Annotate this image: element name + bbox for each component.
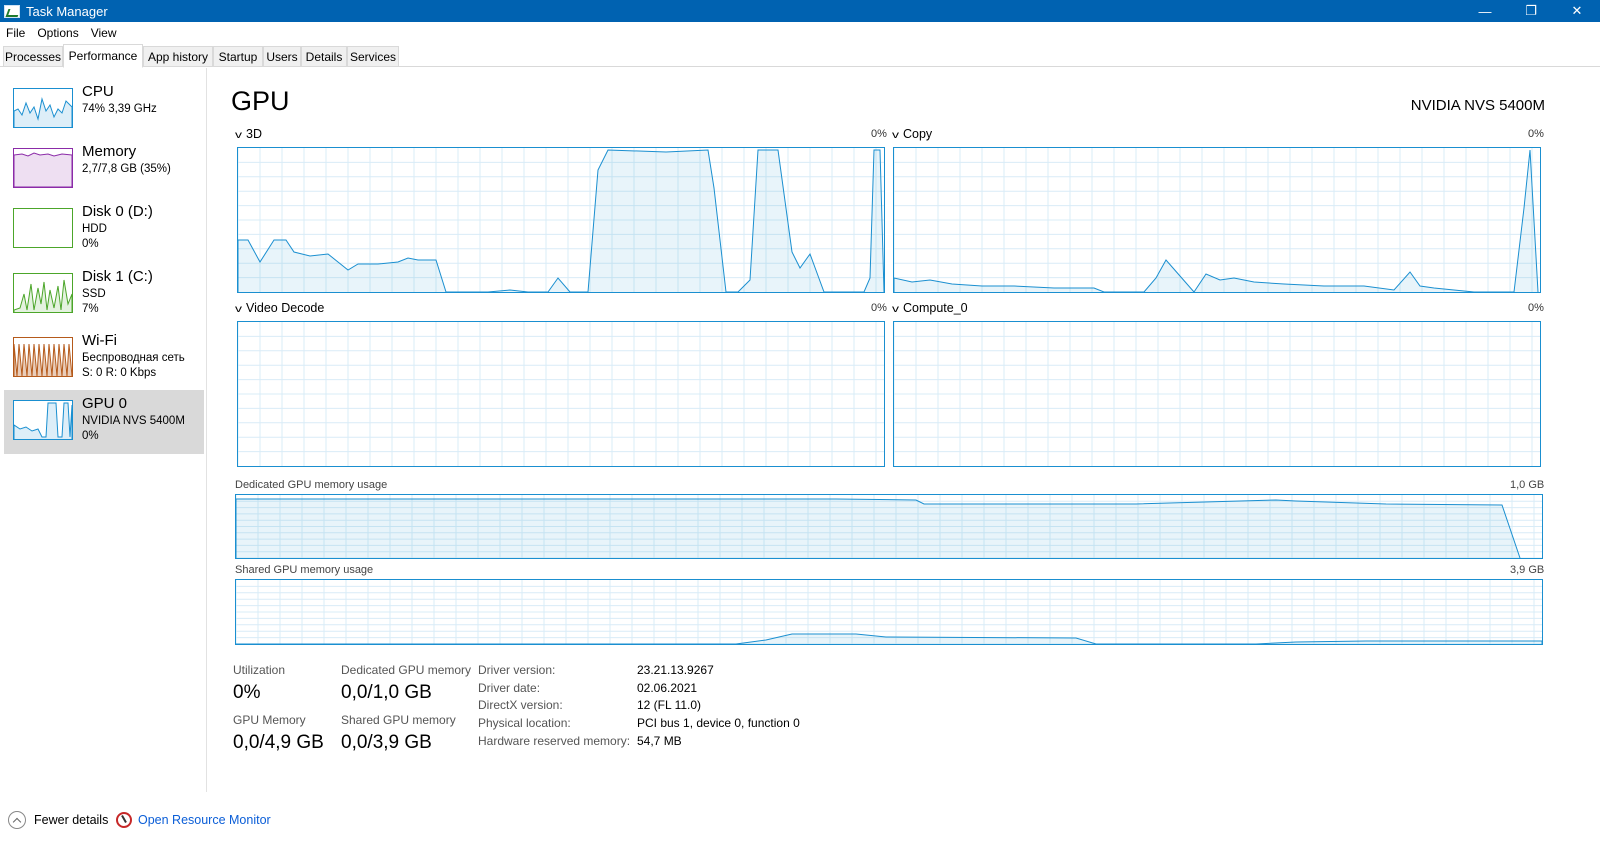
menu-file[interactable]: File bbox=[0, 26, 31, 40]
driver-date-value: 02.06.2021 bbox=[637, 681, 698, 695]
tab-startup[interactable]: Startup bbox=[213, 46, 263, 67]
chevron-down-icon: v bbox=[235, 130, 242, 141]
chevron-down-icon: v bbox=[892, 304, 899, 315]
dedicated-memory-max: 1,0 GB bbox=[1510, 479, 1545, 491]
sidebar-disk0-usage: 0% bbox=[82, 238, 99, 250]
sidebar-item-gpu0[interactable]: GPU 0 NVIDIA NVS 5400M 0% bbox=[4, 390, 204, 454]
engine-copy-graph bbox=[893, 147, 1541, 293]
tab-services[interactable]: Services bbox=[347, 46, 399, 67]
window-title: Task Manager bbox=[26, 3, 108, 19]
hardware-reserved-memory-label: Hardware reserved memory: bbox=[478, 734, 631, 748]
shared-gpu-memory-label: Shared GPU memory bbox=[341, 713, 456, 727]
memory-thumbnail bbox=[13, 148, 73, 188]
gpu-memory-label: GPU Memory bbox=[233, 713, 306, 727]
utilization-label: Utilization bbox=[233, 663, 286, 677]
sidebar-item-disk0[interactable]: Disk 0 (D:) HDD 0% bbox=[4, 198, 204, 262]
sidebar-disk0-type: HDD bbox=[82, 223, 107, 235]
engine-compute0-selector[interactable]: v Compute_0 bbox=[892, 301, 968, 315]
engine-video-decode-graph bbox=[237, 321, 885, 467]
sidebar-cpu-usage: 74% 3,39 GHz bbox=[82, 103, 157, 115]
maximize-button[interactable]: ❐ bbox=[1508, 0, 1554, 22]
sidebar-item-cpu[interactable]: CPU 74% 3,39 GHz bbox=[4, 78, 204, 142]
menu-view[interactable]: View bbox=[85, 26, 123, 40]
chevron-up-icon bbox=[8, 811, 26, 829]
resource-sidebar: CPU 74% 3,39 GHz Memory 2,7/7,8 GB (35%)… bbox=[0, 68, 207, 792]
open-resource-monitor-link[interactable]: Open Resource Monitor bbox=[116, 810, 271, 830]
sidebar-disk1-usage: 7% bbox=[82, 303, 99, 315]
fewer-details-button[interactable]: Fewer details bbox=[8, 810, 108, 830]
tab-processes[interactable]: Processes bbox=[3, 46, 63, 67]
disk1-thumbnail bbox=[13, 273, 73, 313]
sidebar-wifi-adapter: Беспроводная сеть bbox=[82, 352, 185, 364]
minimize-button[interactable]: — bbox=[1462, 0, 1508, 22]
shared-memory-graph bbox=[235, 579, 1543, 645]
close-button[interactable]: ✕ bbox=[1554, 0, 1600, 22]
driver-date-label: Driver date: bbox=[478, 681, 541, 695]
sidebar-gpu0-model: NVIDIA NVS 5400M bbox=[82, 415, 185, 427]
directx-version-label: DirectX version: bbox=[478, 698, 563, 712]
dedicated-gpu-memory-value: 0,0/1,0 GB bbox=[341, 682, 432, 703]
cpu-thumbnail bbox=[13, 88, 73, 128]
shared-memory-label: Shared GPU memory usage bbox=[235, 564, 374, 576]
sidebar-wifi-name: Wi-Fi bbox=[82, 332, 117, 349]
sidebar-disk1-name: Disk 1 (C:) bbox=[82, 268, 153, 285]
sidebar-item-disk1[interactable]: Disk 1 (C:) SSD 7% bbox=[4, 263, 204, 327]
tab-app-history[interactable]: App history bbox=[143, 46, 213, 67]
sidebar-disk1-type: SSD bbox=[82, 288, 106, 300]
engine-3d-graph bbox=[237, 147, 885, 293]
dedicated-memory-graph bbox=[235, 494, 1543, 559]
menu-bar: File Options View bbox=[0, 22, 1600, 43]
title-bar: Task Manager — ❐ ✕ bbox=[0, 0, 1600, 22]
physical-location-value: PCI bus 1, device 0, function 0 bbox=[637, 716, 800, 730]
gpu-model-name: NVIDIA NVS 5400M bbox=[1410, 97, 1545, 114]
sidebar-cpu-name: CPU bbox=[82, 83, 114, 100]
chevron-down-icon: v bbox=[892, 130, 899, 141]
tab-users[interactable]: Users bbox=[263, 46, 301, 67]
sidebar-wifi-throughput: S: 0 R: 0 Kbps bbox=[82, 367, 157, 379]
driver-version-value: 23.21.13.9267 bbox=[637, 663, 714, 677]
hardware-reserved-memory-value: 54,7 MB bbox=[637, 734, 682, 748]
shared-gpu-memory-value: 0,0/3,9 GB bbox=[341, 732, 432, 753]
utilization-value: 0% bbox=[233, 682, 261, 703]
engine-3d-max: 0% bbox=[871, 128, 887, 140]
tab-performance[interactable]: Performance bbox=[63, 44, 143, 68]
sidebar-item-wifi[interactable]: Wi-Fi Беспроводная сеть S: 0 R: 0 Kbps bbox=[4, 327, 204, 391]
menu-options[interactable]: Options bbox=[31, 26, 84, 40]
sidebar-memory-usage: 2,7/7,8 GB (35%) bbox=[82, 163, 171, 175]
gpu0-thumbnail bbox=[13, 400, 73, 440]
engine-video-decode-selector[interactable]: v Video Decode bbox=[235, 301, 324, 315]
sidebar-gpu0-usage: 0% bbox=[82, 430, 99, 442]
engine-copy-max: 0% bbox=[1528, 128, 1544, 140]
physical-location-label: Physical location: bbox=[478, 716, 571, 730]
sidebar-disk0-name: Disk 0 (D:) bbox=[82, 203, 153, 220]
sidebar-gpu0-name: GPU 0 bbox=[82, 395, 128, 412]
chevron-down-icon: v bbox=[235, 304, 242, 315]
engine-3d-selector[interactable]: v 3D bbox=[235, 127, 262, 141]
tab-bar: Processes Performance App history Startu… bbox=[0, 44, 1600, 68]
resource-monitor-icon bbox=[116, 812, 132, 828]
engine-video-decode-max: 0% bbox=[871, 302, 887, 314]
task-manager-icon bbox=[4, 4, 20, 18]
disk0-thumbnail bbox=[13, 208, 73, 248]
wifi-thumbnail bbox=[13, 337, 73, 377]
directx-version-value: 12 (FL 11.0) bbox=[637, 698, 702, 712]
sidebar-memory-name: Memory bbox=[82, 143, 137, 160]
shared-memory-max: 3,9 GB bbox=[1510, 564, 1545, 576]
driver-version-label: Driver version: bbox=[478, 663, 556, 677]
tab-details[interactable]: Details bbox=[301, 46, 347, 67]
sidebar-item-memory[interactable]: Memory 2,7/7,8 GB (35%) bbox=[4, 138, 204, 202]
dedicated-gpu-memory-label: Dedicated GPU memory bbox=[341, 663, 472, 677]
gpu-memory-value: 0,0/4,9 GB bbox=[233, 732, 324, 753]
engine-copy-selector[interactable]: v Copy bbox=[892, 127, 932, 141]
dedicated-memory-label: Dedicated GPU memory usage bbox=[235, 479, 388, 491]
page-title: GPU bbox=[231, 86, 290, 116]
engine-compute0-max: 0% bbox=[1528, 302, 1544, 314]
engine-compute0-graph bbox=[893, 321, 1541, 467]
